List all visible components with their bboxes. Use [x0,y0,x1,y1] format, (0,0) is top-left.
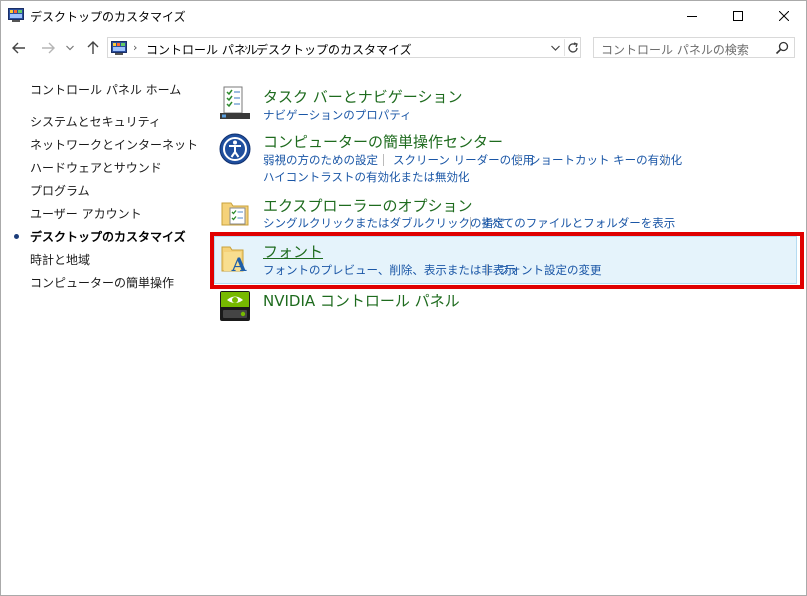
control-panel-icon [111,41,127,55]
title-bar[interactable]: デスクトップのカスタマイズ [0,0,807,31]
arrow-up-icon [87,41,99,54]
up-button[interactable] [83,39,103,57]
chevron-down-icon [66,45,74,51]
annotation-highlight-box [210,232,804,289]
breadcrumb-control-panel[interactable]: コントロール パネル [146,41,258,58]
category-title-explorer-options[interactable]: エクスプローラーのオプション [263,195,473,216]
address-bar[interactable]: › コントロール パネル › デスクトップのカスタマイズ › [107,37,581,58]
chevron-right-icon[interactable]: › [379,41,383,54]
search-icon[interactable] [774,40,790,56]
sidebar-item-desktop-customization[interactable]: デスクトップのカスタマイズ [30,228,186,245]
recent-locations-button[interactable] [63,39,77,57]
link-click-settings[interactable]: シングルクリックまたはダブルクリックの指定 [263,215,505,231]
nvidia-icon[interactable] [219,290,251,322]
link-separator [470,217,471,229]
maximize-icon [733,10,743,21]
chevron-right-icon[interactable]: › [244,41,248,54]
link-low-vision-settings[interactable]: 弱視の方のための設定 [263,152,378,168]
category-title-ease-of-access[interactable]: コンピューターの簡単操作センター [263,131,503,152]
active-indicator-icon [14,234,19,239]
category-title-taskbar[interactable]: タスク バーとナビゲーション [263,86,462,107]
window-title: デスクトップのカスタマイズ [30,10,186,24]
sidebar-item-user-accounts[interactable]: ユーザー アカウント [30,205,142,222]
link-separator [518,154,519,166]
link-shortcut-keys[interactable]: ショートカット キーの有効化 [529,152,682,168]
link-separator [664,154,665,166]
control-panel-icon [8,8,24,22]
forward-button[interactable] [38,39,58,57]
minimize-icon [687,15,697,17]
address-history-dropdown[interactable] [548,40,562,55]
sidebar-item-hardware-sound[interactable]: ハードウェアとサウンド [30,159,162,176]
sidebar-item-network-internet[interactable]: ネットワークとインターネット [30,136,198,153]
breadcrumb-desktop-customization[interactable]: デスクトップのカスタマイズ [256,41,412,58]
sidebar-item-system-security[interactable]: システムとセキュリティ [30,113,161,130]
back-button[interactable] [9,39,29,57]
close-icon [779,10,789,21]
category-title-nvidia[interactable]: NVIDIA コントロール パネル [263,290,460,311]
arrow-left-icon [12,42,25,54]
ease-of-access-icon[interactable] [219,133,251,165]
search-input[interactable]: コントロール パネルの検索 [601,41,749,58]
sidebar-item-clock-region[interactable]: 時計と地域 [30,251,90,268]
sidebar-item-ease-of-access[interactable]: コンピューターの簡単操作 [30,274,174,291]
search-box[interactable]: コントロール パネルの検索 [593,37,795,58]
refresh-icon [568,41,578,53]
close-button[interactable] [761,0,807,31]
link-screen-reader[interactable]: スクリーン リーダーの使用 [393,152,534,168]
chevron-right-icon[interactable]: › [133,41,137,54]
link-show-all-files[interactable]: すべてのファイルとフォルダーを表示 [481,215,675,231]
link-navigation-properties[interactable]: ナビゲーションのプロパティ [263,107,412,123]
folder-options-icon[interactable] [219,197,251,229]
maximize-button[interactable] [715,0,761,31]
taskbar-checklist-icon[interactable] [219,86,251,119]
arrow-right-icon [42,42,55,54]
sidebar-item-programs[interactable]: プログラム [30,182,90,199]
link-high-contrast[interactable]: ハイコントラストの有効化または無効化 [263,169,470,185]
chevron-down-icon [550,45,560,51]
link-separator [383,154,384,166]
sidebar-item-control-panel-home[interactable]: コントロール パネル ホーム [30,81,181,98]
refresh-button[interactable] [564,39,581,56]
minimize-button[interactable] [669,0,715,31]
